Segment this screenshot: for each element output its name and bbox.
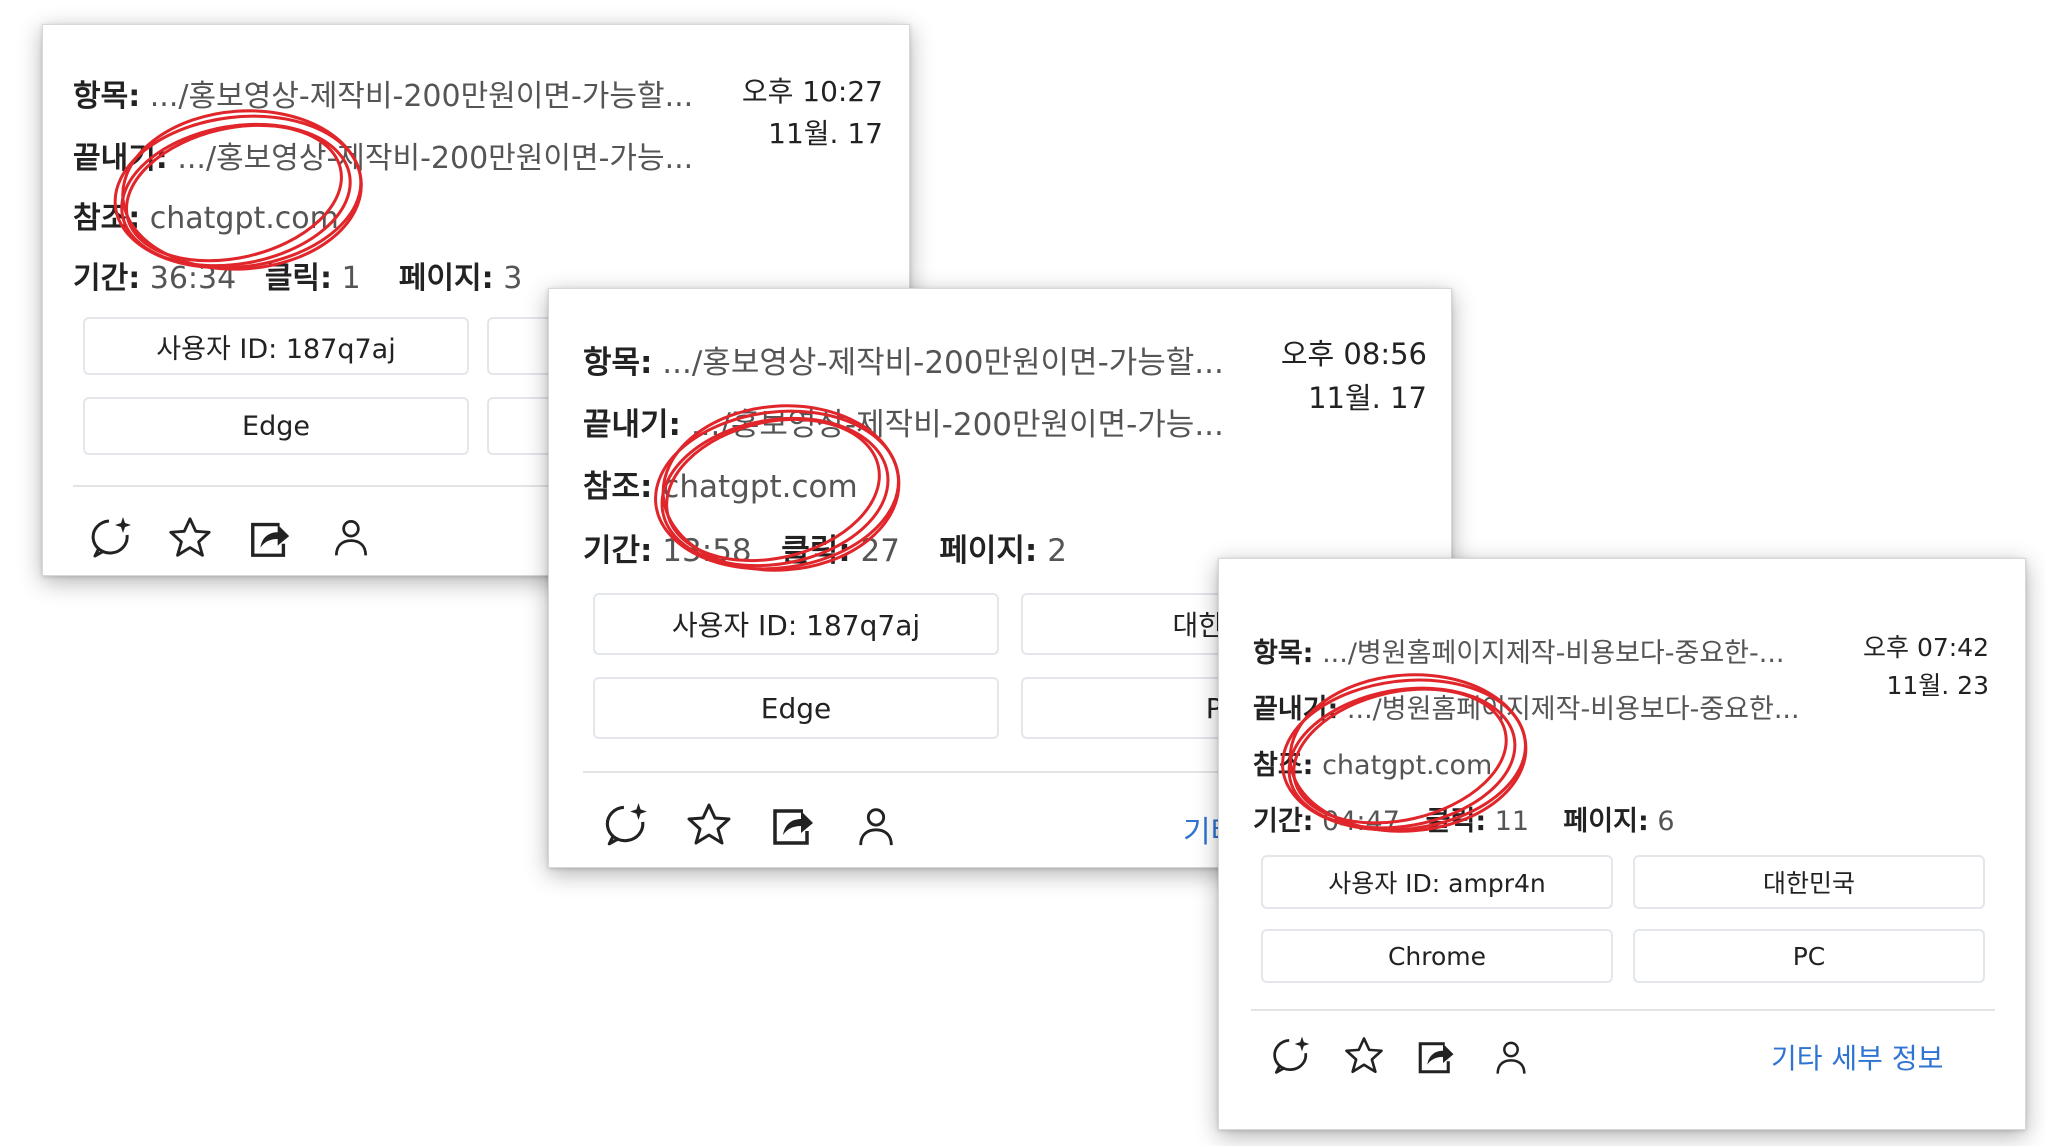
- item-row: 항목: .../병원홈페이지제작-비용보다-중요한-...: [1253, 638, 1785, 669]
- user-id-chip[interactable]: 사용자 ID: ampr4n: [1261, 855, 1613, 909]
- star-icon[interactable]: [685, 801, 733, 849]
- item-link[interactable]: .../홍보영상-제작비-200만원이면-가능할...: [662, 345, 1224, 381]
- user-icon[interactable]: [853, 803, 899, 849]
- session-card-3: 항목: .../병원홈페이지제작-비용보다-중요한-... 오후 07:42 11…: [1218, 558, 2026, 1130]
- visit-time: 오후 08:56 11월. 17: [1280, 337, 1427, 415]
- share-icon[interactable]: [769, 801, 817, 849]
- exit-link[interactable]: .../홍보영상-제작비-200만원이면-가능...: [691, 407, 1224, 443]
- stats-row: 기간: 04:47 클릭: 11 페이지: 6: [1253, 806, 1675, 837]
- user-icon[interactable]: [329, 515, 373, 559]
- exit-link[interactable]: .../병원홈페이지제작-비용보다-중요한...: [1347, 694, 1800, 725]
- user-id-chip[interactable]: 사용자 ID: 187q7aj: [83, 317, 469, 375]
- more-details-link[interactable]: 기타 세부 정보: [1771, 1037, 1943, 1077]
- exit-row: 끝내기: .../병원홈페이지제작-비용보다-중요한...: [1253, 694, 1800, 725]
- item-row: 항목: .../홍보영상-제작비-200만원이면-가능할...: [583, 345, 1224, 381]
- share-icon[interactable]: [247, 515, 293, 561]
- browser-chip[interactable]: Chrome: [1261, 929, 1613, 983]
- item-link[interactable]: .../병원홈페이지제작-비용보다-중요한-...: [1322, 638, 1784, 669]
- device-chip[interactable]: PC: [1633, 929, 1985, 983]
- star-icon[interactable]: [1343, 1035, 1385, 1077]
- exit-link[interactable]: .../홍보영상-제작비-200만원이면-가능...: [177, 141, 693, 176]
- item-row: 항목: .../홍보영상-제작비-200만원이면-가능할...: [73, 79, 694, 114]
- referrer-row: 참조: chatgpt.com: [73, 201, 339, 236]
- visit-time: 오후 10:27 11월. 17: [741, 75, 883, 150]
- star-icon[interactable]: [167, 515, 213, 561]
- exit-row: 끝내기: .../홍보영상-제작비-200만원이면-가능...: [73, 141, 694, 176]
- exit-row: 끝내기: .../홍보영상-제작비-200만원이면-가능...: [583, 407, 1224, 443]
- ai-chat-icon[interactable]: [87, 513, 135, 561]
- item-link[interactable]: .../홍보영상-제작비-200만원이면-가능할...: [150, 79, 693, 114]
- country-chip[interactable]: 대한민국: [1633, 855, 1985, 909]
- user-id-chip[interactable]: 사용자 ID: 187q7aj: [593, 593, 999, 655]
- browser-chip[interactable]: Edge: [593, 677, 999, 739]
- user-icon[interactable]: [1491, 1037, 1531, 1077]
- stats-row: 기간: 36:34 클릭: 1 페이지: 3: [73, 261, 523, 296]
- referrer-value[interactable]: chatgpt.com: [1322, 750, 1492, 781]
- referrer-row: 참조: chatgpt.com: [583, 469, 858, 505]
- browser-chip[interactable]: Edge: [83, 397, 469, 455]
- share-icon[interactable]: [1415, 1035, 1457, 1077]
- referrer-value[interactable]: chatgpt.com: [150, 201, 339, 236]
- referrer-row: 참조: chatgpt.com: [1253, 750, 1493, 781]
- stats-row: 기간: 13:58 클릭: 27 페이지: 2: [583, 533, 1067, 569]
- ai-chat-icon[interactable]: [1269, 1033, 1313, 1077]
- referrer-value[interactable]: chatgpt.com: [662, 469, 857, 505]
- divider: [1251, 1009, 1995, 1011]
- ai-chat-icon[interactable]: [601, 799, 651, 849]
- visit-time: 오후 07:42 11월. 23: [1863, 633, 1989, 700]
